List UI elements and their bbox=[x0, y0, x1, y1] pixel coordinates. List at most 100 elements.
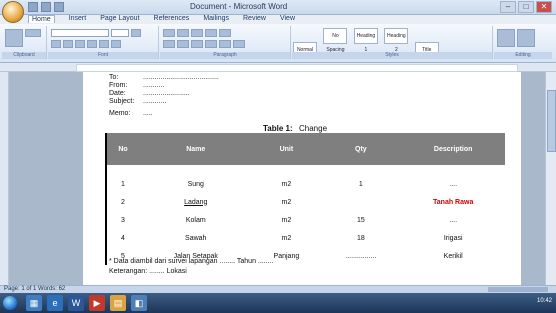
zoom-slider[interactable] bbox=[488, 287, 548, 292]
header-line-subject: Subject:............ bbox=[109, 98, 166, 105]
style-no-spacing[interactable]: No Spacing bbox=[323, 28, 348, 53]
cell-name: Ladang bbox=[184, 198, 208, 206]
find-icon[interactable] bbox=[517, 29, 535, 47]
cell-qty bbox=[320, 193, 401, 211]
shading-icon[interactable] bbox=[233, 40, 245, 48]
cell-desc: .... bbox=[449, 216, 458, 224]
cell-desc: Kerikil bbox=[443, 252, 463, 260]
tab-insert[interactable]: Insert bbox=[69, 15, 87, 23]
tab-page-layout[interactable]: Page Layout bbox=[100, 15, 139, 23]
paragraph-group-label: Paragraph bbox=[160, 52, 290, 59]
table-row: 1 Sung m2 1 .... bbox=[105, 175, 505, 193]
status-text: Page: 1 of 1 Words: 62 bbox=[4, 286, 66, 292]
tab-references[interactable]: References bbox=[154, 15, 190, 23]
paragraph-group: Paragraph bbox=[160, 26, 291, 59]
align-center-icon[interactable] bbox=[177, 40, 189, 48]
table-caption-text: Change bbox=[299, 124, 328, 133]
strikethrough-icon[interactable] bbox=[87, 40, 97, 48]
grow-font-icon[interactable] bbox=[131, 29, 141, 37]
header-line-to: To:.....................................… bbox=[109, 74, 219, 81]
align-left-icon[interactable] bbox=[163, 40, 175, 48]
window-title: Document - Microsoft Word bbox=[190, 2, 288, 11]
table-caption-label: Table 1: bbox=[263, 124, 293, 133]
header-key: To: bbox=[109, 74, 119, 81]
multilevel-icon[interactable] bbox=[191, 29, 203, 37]
header-key: Date: bbox=[109, 90, 126, 97]
cell-no: 1 bbox=[105, 175, 139, 193]
cell-no: 4 bbox=[105, 229, 139, 247]
cell-unit: m2 bbox=[281, 198, 292, 206]
quick-access-toolbar bbox=[28, 2, 64, 12]
table-row: 2 Ladang m2 Tanah Rawa bbox=[105, 193, 505, 211]
folder-icon[interactable]: ▤ bbox=[110, 295, 126, 311]
ruler-page-area bbox=[76, 64, 518, 72]
redo-icon[interactable] bbox=[54, 2, 64, 12]
cell-no: 2 bbox=[105, 193, 139, 211]
justify-icon[interactable] bbox=[205, 40, 217, 48]
media-player-icon[interactable]: ▶ bbox=[89, 295, 105, 311]
vertical-ruler[interactable] bbox=[0, 72, 9, 285]
line-spacing-icon[interactable] bbox=[219, 40, 231, 48]
tab-mailings[interactable]: Mailings bbox=[203, 15, 229, 23]
clipboard-group-label: Clipboard bbox=[2, 52, 46, 59]
header-line-from: From:........... bbox=[109, 82, 164, 89]
styles-group-label: Styles bbox=[292, 52, 492, 59]
change-styles-icon[interactable] bbox=[497, 29, 515, 47]
align-right-icon[interactable] bbox=[191, 40, 203, 48]
tab-review[interactable]: Review bbox=[243, 15, 266, 23]
footnote-line: Keterangan: ........ Lokasi bbox=[109, 268, 187, 275]
explorer-icon[interactable]: ▦ bbox=[26, 295, 42, 311]
bullets-icon[interactable] bbox=[163, 29, 175, 37]
header-line-memo: Memo:..... bbox=[109, 110, 153, 117]
cut-icon[interactable] bbox=[25, 29, 41, 37]
horizontal-ruler[interactable] bbox=[0, 63, 556, 72]
tab-home[interactable]: Home bbox=[28, 15, 55, 23]
column-header: Unit bbox=[252, 133, 321, 165]
maximize-button[interactable]: □ bbox=[518, 1, 534, 13]
cell-desc: .... bbox=[449, 180, 458, 188]
minimize-button[interactable]: – bbox=[500, 1, 516, 13]
office-icon[interactable]: ◧ bbox=[131, 295, 147, 311]
paste-icon[interactable] bbox=[5, 29, 23, 47]
document-page[interactable]: To:.....................................… bbox=[83, 72, 521, 285]
header-value: ........... bbox=[143, 82, 165, 89]
undo-icon[interactable] bbox=[41, 2, 51, 12]
cell-desc: Irigasi bbox=[443, 234, 463, 242]
table-row bbox=[105, 165, 505, 175]
header-key: Subject: bbox=[109, 98, 135, 105]
italic-icon[interactable] bbox=[63, 40, 73, 48]
start-button[interactable] bbox=[3, 296, 17, 310]
close-button[interactable]: ✕ bbox=[536, 1, 552, 13]
indent-icon[interactable] bbox=[205, 29, 217, 37]
cell-unit: m2 bbox=[281, 234, 292, 242]
data-table: No Name Unit Qty Description 1 Sung m2 1… bbox=[105, 133, 505, 265]
column-header: Qty bbox=[320, 133, 402, 165]
sort-icon[interactable] bbox=[219, 29, 231, 37]
office-button[interactable] bbox=[2, 1, 24, 23]
table-header-row: No Name Unit Qty Description bbox=[105, 133, 505, 165]
editing-group-label: Editing bbox=[494, 52, 552, 59]
footnote-line: * Data diambil dari survei lapangan ....… bbox=[109, 258, 274, 265]
ie-icon[interactable]: e bbox=[47, 295, 63, 311]
style-heading-1[interactable]: Heading 1 bbox=[353, 28, 378, 53]
font-name-select[interactable] bbox=[51, 29, 109, 37]
header-key: From: bbox=[109, 82, 128, 89]
cell-unit: m2 bbox=[281, 216, 292, 224]
clock: 10:42 bbox=[536, 298, 552, 304]
vertical-scrollbar[interactable] bbox=[545, 72, 556, 285]
style-heading-2[interactable]: Heading 2 bbox=[384, 28, 409, 53]
word-icon[interactable]: W bbox=[68, 295, 84, 311]
tab-view[interactable]: View bbox=[280, 15, 295, 23]
numbering-icon[interactable] bbox=[177, 29, 189, 37]
underline-icon[interactable] bbox=[75, 40, 85, 48]
font-color-icon[interactable] bbox=[111, 40, 121, 48]
cell-desc: Tanah Rawa bbox=[433, 198, 474, 206]
header-value: ........................ bbox=[143, 90, 190, 97]
highlight-icon[interactable] bbox=[99, 40, 109, 48]
font-size-select[interactable] bbox=[111, 29, 129, 37]
scrollbar-thumb[interactable] bbox=[547, 90, 556, 152]
cell-name: Kolam bbox=[185, 216, 206, 224]
bold-icon[interactable] bbox=[51, 40, 61, 48]
save-icon[interactable] bbox=[28, 2, 38, 12]
header-value: ....................................... bbox=[143, 74, 219, 81]
